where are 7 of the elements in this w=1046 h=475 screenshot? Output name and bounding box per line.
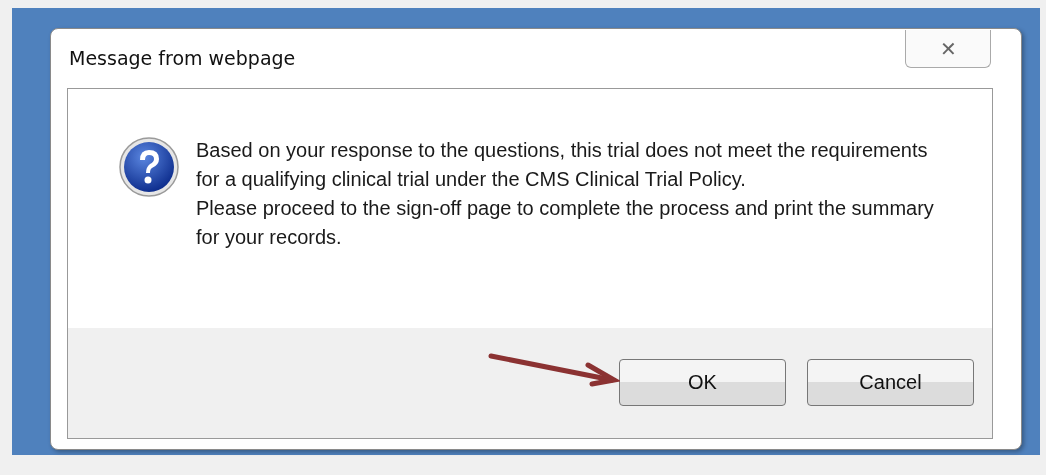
message-text: Based on your response to the questions, this trial does not meet the requirements for a qualifying clinical trial under the CMS Clinical Trial Policy. bbox=[196, 138, 929, 192]
dialog-button[interactable]: Cancel bbox=[807, 359, 974, 406]
question-icon bbox=[118, 136, 180, 198]
close-button[interactable]: ✕ bbox=[905, 30, 991, 68]
dialog-button[interactable]: OK bbox=[619, 359, 786, 406]
window-title: Message from webpage bbox=[69, 47, 296, 69]
message-text: Please proceed to the sign-off page to complete the process and print the summary for your records. bbox=[196, 196, 935, 250]
